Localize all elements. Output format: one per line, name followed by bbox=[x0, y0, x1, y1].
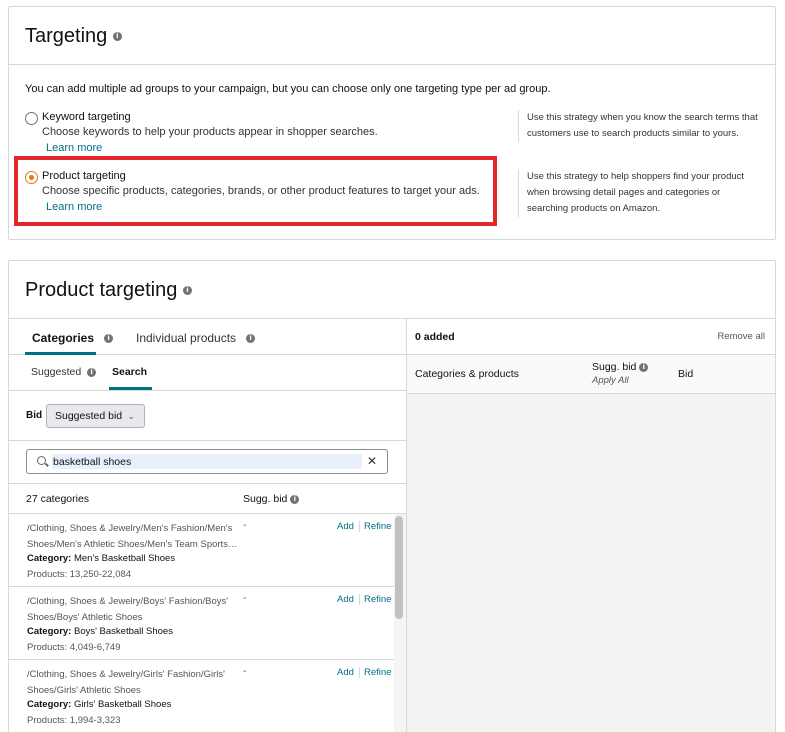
add-button[interactable]: Add bbox=[337, 667, 354, 678]
bid-select[interactable]: Suggested bid ⌄ bbox=[46, 404, 145, 428]
product-targeting-title: Product targeting bbox=[25, 279, 178, 301]
keyword-learn-more-link[interactable]: Learn more bbox=[46, 142, 102, 154]
info-icon[interactable]: i bbox=[182, 286, 192, 296]
bid-select-value[interactable]: Suggested bid bbox=[55, 410, 122, 422]
category-label: Category: bbox=[27, 553, 72, 564]
sugg-bid-value: - bbox=[243, 666, 247, 677]
subtab-search[interactable]: Search bbox=[112, 366, 147, 378]
targeting-intro: You can add multiple ad groups to your c… bbox=[25, 83, 551, 95]
category-path: /Clothing, Shoes & Jewelry/Girls' Fashio… bbox=[27, 669, 225, 696]
refine-button[interactable]: Refine bbox=[364, 521, 391, 532]
added-count: 0 added bbox=[415, 331, 455, 343]
col-bid: Bid bbox=[678, 368, 694, 380]
list-item: /Clothing, Shoes & Jewelry/Girls' Fashio… bbox=[9, 660, 394, 732]
search-input[interactable] bbox=[52, 454, 362, 469]
targeting-title: Targeting bbox=[25, 25, 108, 47]
info-icon[interactable]: i bbox=[246, 334, 256, 344]
targeting-panel: Targeting i You can add multiple ad grou… bbox=[8, 6, 776, 240]
list-header: 27 categories Sugg. bid i bbox=[9, 484, 407, 514]
divider bbox=[359, 594, 360, 605]
add-button[interactable]: Add bbox=[337, 594, 354, 605]
close-icon[interactable]: ✕ bbox=[367, 454, 377, 468]
info-icon[interactable]: i bbox=[104, 334, 114, 344]
added-columns-header: Categories & products Sugg. bid i Apply … bbox=[407, 355, 775, 394]
category-count: 27 categories bbox=[26, 493, 90, 505]
col-sugg-bid-label: Sugg. bid bbox=[592, 361, 637, 373]
subtab-suggested-label[interactable]: Suggested bbox=[31, 366, 81, 378]
product-targeting-panel: Product targeting i Categories i Individ… bbox=[8, 260, 776, 732]
sugg-bid-value: - bbox=[243, 593, 247, 604]
page-title: Targeting i bbox=[25, 25, 122, 48]
category-list: /Clothing, Shoes & Jewelry/Men's Fashion… bbox=[9, 514, 407, 732]
sugg-bid-header-label: Sugg. bid bbox=[243, 493, 288, 505]
targeting-tabs: Categories i Individual products i bbox=[9, 318, 407, 355]
category-label: Category: bbox=[27, 699, 72, 710]
divider bbox=[359, 521, 360, 532]
product-count: Products: 13,250-22,084 bbox=[27, 569, 132, 580]
info-icon[interactable]: i bbox=[290, 494, 300, 504]
category-value: Girls' Basketball Shoes bbox=[73, 699, 172, 710]
tab-individual-products-label[interactable]: Individual products bbox=[136, 331, 236, 345]
list-item: /Clothing, Shoes & Jewelry/Men's Fashion… bbox=[9, 514, 394, 587]
search-box[interactable]: ✕ bbox=[26, 449, 388, 474]
apply-all-link[interactable]: Apply All bbox=[592, 375, 629, 386]
divider bbox=[359, 667, 360, 678]
category-label: Category: bbox=[27, 626, 72, 637]
category-path: /Clothing, Shoes & Jewelry/Boys' Fashion… bbox=[27, 596, 229, 623]
subtab-suggested[interactable]: Suggested i bbox=[31, 366, 97, 378]
keyword-targeting-side-description: Use this strategy when you know the sear… bbox=[518, 110, 758, 142]
chevron-down-icon[interactable]: ⌄ bbox=[127, 405, 135, 427]
refine-button[interactable]: Refine bbox=[364, 667, 391, 678]
category-name: Category: Girls' Basketball Shoes bbox=[27, 699, 171, 710]
tab-categories-label[interactable]: Categories bbox=[32, 331, 94, 345]
category-path: /Clothing, Shoes & Jewelry/Men's Fashion… bbox=[27, 523, 238, 550]
search-row: ✕ bbox=[9, 441, 407, 484]
info-icon[interactable]: i bbox=[87, 367, 97, 377]
remove-all-button[interactable]: Remove all bbox=[717, 331, 765, 342]
tab-categories[interactable]: Categories i bbox=[32, 331, 114, 345]
category-name: Category: Men's Basketball Shoes bbox=[27, 553, 175, 564]
col-categories-products: Categories & products bbox=[415, 368, 519, 380]
category-value: Boys' Basketball Shoes bbox=[73, 626, 173, 637]
product-targeting-side-description: Use this strategy to help shoppers find … bbox=[518, 169, 758, 217]
category-value: Men's Basketball Shoes bbox=[73, 553, 176, 564]
section-title: Product targeting i bbox=[25, 279, 192, 302]
bid-row: Bid Suggested bid ⌄ bbox=[9, 391, 407, 441]
info-icon[interactable]: i bbox=[639, 362, 649, 372]
category-name: Category: Boys' Basketball Shoes bbox=[27, 626, 173, 637]
col-sugg-bid: Sugg. bid i bbox=[592, 361, 649, 373]
highlight-box bbox=[14, 156, 497, 226]
sugg-bid-header: Sugg. bid i bbox=[243, 493, 300, 505]
keyword-targeting-radio[interactable] bbox=[25, 112, 38, 125]
search-icon bbox=[37, 456, 46, 465]
category-subtabs: Suggested i Search bbox=[9, 355, 407, 391]
targeting-header: Targeting i bbox=[9, 7, 775, 65]
add-button[interactable]: Add bbox=[337, 521, 354, 532]
targeting-selector: Categories i Individual products i Sugge… bbox=[9, 318, 407, 732]
tab-individual-products[interactable]: Individual products i bbox=[136, 331, 256, 345]
added-header: 0 added Remove all bbox=[407, 318, 775, 355]
active-subtab-indicator bbox=[109, 387, 152, 390]
keyword-targeting-label[interactable]: Keyword targeting bbox=[42, 111, 131, 123]
product-count: Products: 4,049-6,749 bbox=[27, 642, 121, 653]
list-item: /Clothing, Shoes & Jewelry/Boys' Fashion… bbox=[9, 587, 394, 660]
keyword-targeting-description: Choose keywords to help your products ap… bbox=[42, 126, 378, 138]
refine-button[interactable]: Refine bbox=[364, 594, 391, 605]
info-icon[interactable]: i bbox=[112, 32, 122, 42]
product-count: Products: 1,994-3,323 bbox=[27, 715, 121, 726]
added-targets-panel: 0 added Remove all Categories & products… bbox=[407, 318, 775, 732]
bid-label: Bid bbox=[26, 410, 43, 421]
sugg-bid-value: - bbox=[243, 520, 247, 531]
